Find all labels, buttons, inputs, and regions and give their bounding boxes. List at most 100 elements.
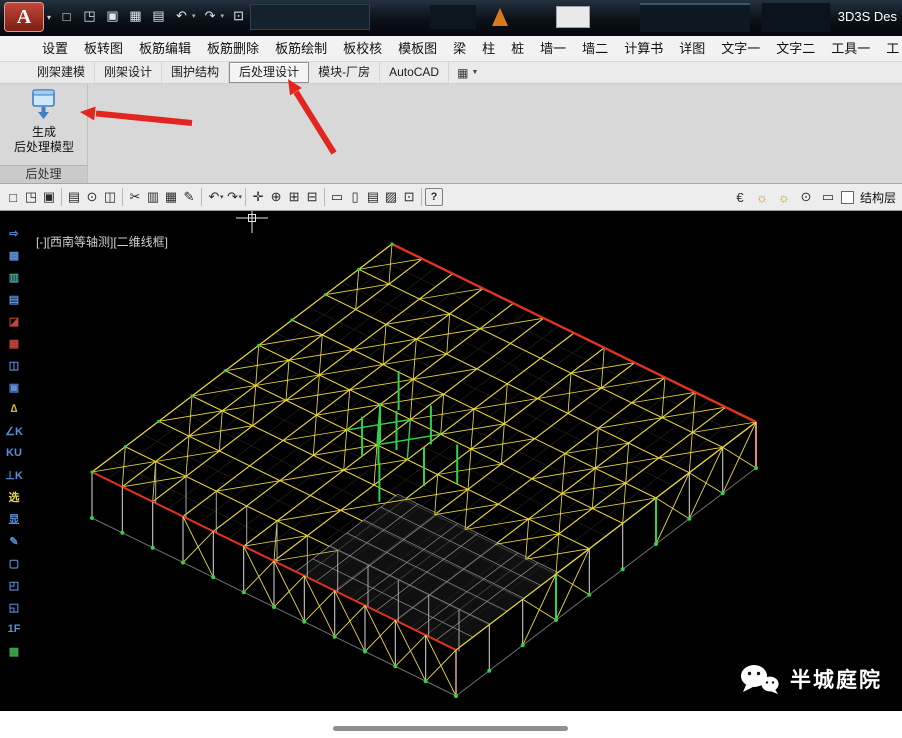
window-title: 3D3S Des [838,9,897,24]
tab-item[interactable]: 围护结构 [162,62,229,83]
menu-item[interactable]: 计算书 [616,36,671,62]
tab-active[interactable]: 后处理设计 [229,62,309,83]
tab-item[interactable]: 刚架建模 [28,62,95,83]
open-icon[interactable]: ◳ [22,188,40,206]
drawing-canvas[interactable]: [-][西南等轴测][二维线框] ⇨▦▥▤◪▦◫▣∆∠KKU⊥K选显✎▢◰◱1F… [0,211,902,711]
menu-item[interactable]: 桩 [503,36,532,62]
tool-palettes-icon[interactable]: ▨ [382,188,400,206]
menu-item[interactable]: 详图 [671,36,713,62]
workspace-switch-icon[interactable]: ⊡ [230,7,247,25]
redo-caret-icon[interactable]: ▾ [221,12,225,20]
menu-item[interactable]: 墙一 [532,36,574,62]
generate-postprocess-model-button[interactable]: 生成 后处理模型 [0,88,88,155]
layer-on-bulb-icon[interactable]: ☼ [753,188,771,206]
app-logo-button[interactable]: A [4,2,44,32]
plot-icon[interactable]: ▤ [65,188,83,206]
toolbar-separator [421,188,422,206]
app-menu-caret-icon[interactable]: ▾ [47,13,51,22]
viewport-label[interactable]: [-][西南等轴测][二维线框] [36,233,168,250]
toolbar-separator [122,188,123,206]
bottom-strip [0,711,902,738]
save-icon[interactable]: ▣ [104,7,121,25]
redo-caret-icon[interactable]: ▾ [239,193,243,201]
layer-freeze-bulb-icon[interactable]: ☼ [775,188,793,206]
layout-icon[interactable]: ▯ [346,188,364,206]
menu-item[interactable]: 模板图 [390,36,445,62]
undo-icon[interactable]: ↶ [173,7,190,25]
perp-k-icon[interactable]: ⊥K [3,465,25,485]
floor-1f-icon[interactable]: 1F [3,619,25,639]
quick-calc-icon[interactable]: ⊡ [400,188,418,206]
model-space-icon[interactable]: ▭ [328,188,346,206]
help-icon[interactable]: ? [425,188,443,206]
side-tool-strip: ⇨▦▥▤◪▦◫▣∆∠KKU⊥K选显✎▢◰◱1F▩ [3,223,25,663]
redo-icon[interactable]: ↷ [202,7,219,25]
menu-item[interactable]: 文字一 [713,36,768,62]
layer-checkbox[interactable] [841,191,854,204]
save-icon[interactable]: ▣ [40,188,58,206]
table-icon[interactable]: ▥ [3,267,25,287]
new-file-icon[interactable]: □ [58,7,75,25]
toolbar-separator [61,188,62,206]
new-icon[interactable]: □ [4,188,22,206]
titlebar: A ▾ □◳▣▦▤↶▾↷▾⊡ 3D3S Des [0,0,902,36]
pan-arrow-icon[interactable]: ⇨ [3,223,25,243]
edit-icon[interactable]: ✎ [3,531,25,551]
ribbon: 生成 后处理模型 后处理 [0,84,902,184]
print-icon[interactable]: ▤ [150,7,167,25]
tab-item[interactable]: 刚架设计 [95,62,162,83]
panel-icon[interactable]: ▣ [3,377,25,397]
save-as-icon[interactable]: ▦ [127,7,144,25]
cut-icon[interactable]: ✂ [126,188,144,206]
pan-icon[interactable]: ✛ [249,188,267,206]
select-icon[interactable]: 选 [3,487,25,507]
triangle-icon[interactable]: ∆ [3,399,25,419]
desktop-thumbnail [430,5,476,29]
menubar: 设置板转图板筋编辑板筋删除板筋绘制板校核模板图梁柱桩墙一墙二计算书详图文字一文字… [0,36,902,62]
menu-item[interactable]: 墙二 [574,36,616,62]
paste-icon[interactable]: ▦ [162,188,180,206]
grid-icon[interactable]: ▦ [3,245,25,265]
disk-icon[interactable]: ▢ [3,553,25,573]
copy-icon[interactable]: ▥ [144,188,162,206]
tab-item[interactable]: 模块-厂房 [309,62,380,83]
window-icon[interactable]: ◫ [3,355,25,375]
menu-item[interactable]: 板校核 [335,36,390,62]
zoom-window-icon[interactable]: ⊞ [285,188,303,206]
menu-item[interactable]: 文字二 [768,36,823,62]
half-section-icon[interactable]: ◪ [3,311,25,331]
menu-item[interactable]: 板筋编辑 [131,36,199,62]
angle-k-icon[interactable]: ∠K [3,421,25,441]
zoom-realtime-icon[interactable]: ⊕ [267,188,285,206]
layer-color-swatch-icon[interactable]: ▭ [819,188,837,206]
tab-item[interactable]: AutoCAD [380,62,449,83]
open-file-icon[interactable]: ◳ [81,7,98,25]
match-properties-icon[interactable]: ✎ [180,188,198,206]
undo-caret-icon[interactable]: ▾ [192,12,196,20]
fields-icon[interactable]: € [731,188,749,206]
publish-icon[interactable]: ◫ [101,188,119,206]
menu-item[interactable]: 工具一 [823,36,878,62]
layer-lock-icon[interactable]: ⊙ [797,188,815,206]
red-grid-icon[interactable]: ▦ [3,333,25,353]
menu-item[interactable]: 板筋绘制 [267,36,335,62]
properties-icon[interactable]: ▤ [364,188,382,206]
menu-item[interactable]: 柱 [474,36,503,62]
structural-model [0,211,902,711]
watermark: 半城庭院 [740,663,882,695]
menu-item[interactable]: 板转图 [76,36,131,62]
module-selector[interactable]: ▦▼ [457,62,478,83]
green-solid-icon[interactable]: ▩ [3,641,25,661]
zoom-previous-icon[interactable]: ⊟ [303,188,321,206]
menu-item[interactable]: 工 [878,36,902,62]
layer-bottom-icon[interactable]: ◱ [3,597,25,617]
chevron-down-icon: ▼ [471,69,478,76]
menu-item[interactable]: 板筋删除 [199,36,267,62]
rows-icon[interactable]: ▤ [3,289,25,309]
menu-item[interactable]: 设置 [34,36,76,62]
menu-item[interactable]: 梁 [445,36,474,62]
display-icon[interactable]: 显 [3,509,25,529]
ku-icon[interactable]: KU [3,443,25,463]
plot-preview-icon[interactable]: ⊙ [83,188,101,206]
layer-top-icon[interactable]: ◰ [3,575,25,595]
